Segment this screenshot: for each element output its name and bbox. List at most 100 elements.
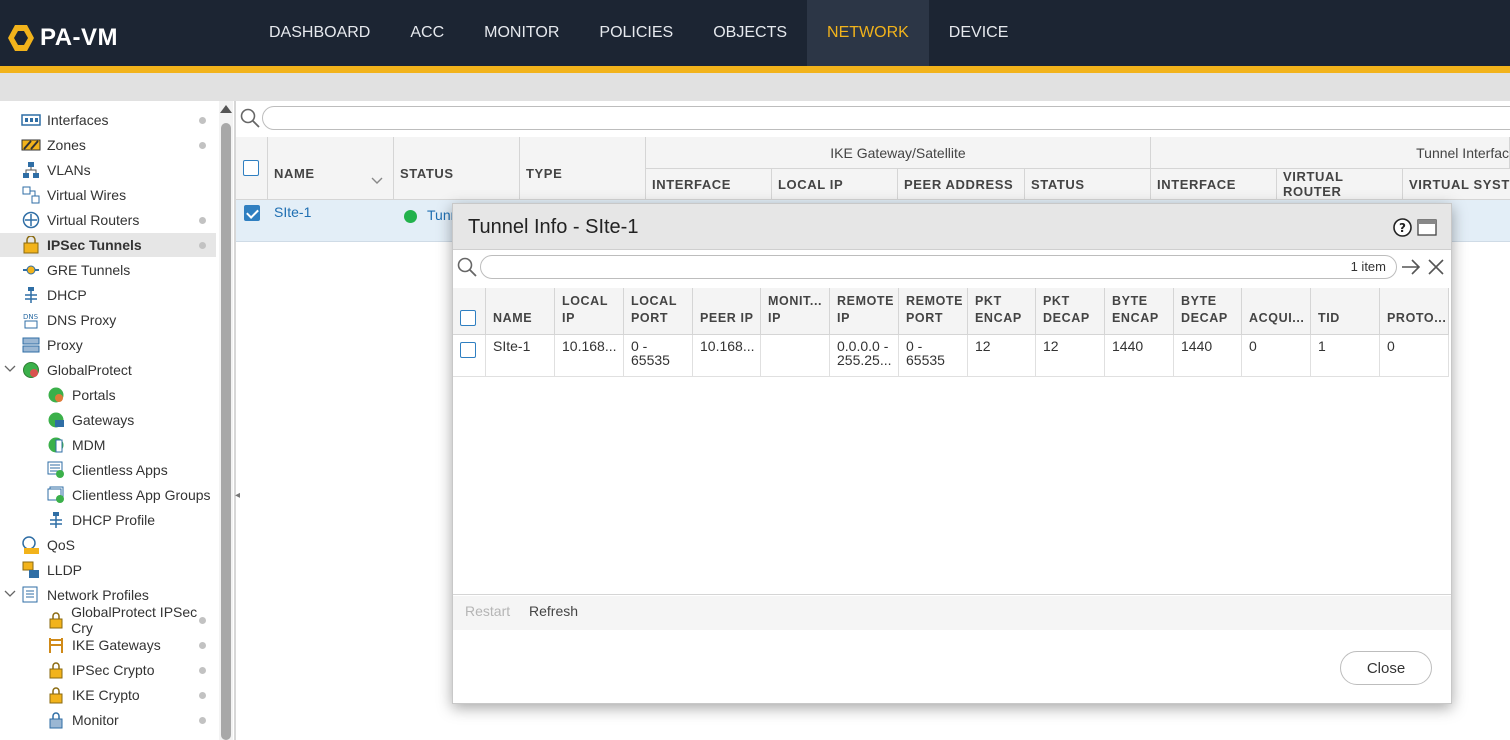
maximize-icon[interactable] [1417,219,1437,236]
dhcp-icon [21,286,41,304]
sidebar-item-ipsec-tunnels[interactable]: IPSec Tunnels [0,233,216,257]
tunnel-name-link[interactable]: SIte-1 [274,204,311,220]
col-virtual-system[interactable]: VIRTUAL SYSTE [1403,169,1510,200]
clientless-apps-icon [46,461,66,479]
col-type-label: TYPE [526,165,563,181]
chevron-down-icon[interactable] [371,177,383,185]
dialog-col-monitor-ip[interactable]: MONIT... IP [761,288,830,335]
sidebar-item-dhcp[interactable]: DHCP [0,283,216,307]
refresh-button[interactable]: Refresh [529,603,578,619]
col-interface[interactable]: INTERFACE [646,169,772,200]
tab-device[interactable]: DEVICE [929,0,1029,66]
table-cell: 10.168... [693,335,761,377]
accent-stripe [0,66,1510,73]
sidebar-item-clientless-apps[interactable]: Clientless Apps [0,458,216,482]
restart-button[interactable]: Restart [465,603,510,619]
ike-gateways-icon [46,636,66,654]
dialog-col-pkt-encap[interactable]: PKT ENCAP [968,288,1036,335]
sidebar-item-dhcp-profile[interactable]: DHCP Profile [0,508,216,532]
close-button[interactable]: Close [1340,651,1432,685]
ipsec-tunnels-icon [21,236,41,254]
dialog-col-byte-encap[interactable]: BYTE ENCAP [1105,288,1174,335]
help-icon[interactable]: ? [1393,218,1412,237]
dialog-row-checkbox[interactable] [460,342,476,358]
virtual-routers-icon [21,211,41,229]
col-virtual-system-label: VIRTUAL SYSTE [1409,176,1510,192]
scrollbar-thumb[interactable] [221,123,231,740]
sidebar-item-globalprotect[interactable]: GlobalProtect [0,358,216,382]
sidebar-item-globalprotect-ipsec-crypto[interactable]: GlobalProtect IPSec Cry [0,604,216,636]
table-cell: 1 [1311,335,1380,377]
sidebar-item-clientless-app-groups[interactable]: Clientless App Groups [0,483,216,507]
table-cell: 12 [1036,335,1105,377]
col-status[interactable]: STATUS [394,137,520,200]
tab-network[interactable]: NETWORK [807,0,929,66]
chevron-down-icon[interactable] [4,362,16,374]
dialog-col-label: REMOTE PORT [906,294,964,325]
search-input[interactable] [262,106,1510,130]
sidebar-item-virtual-routers[interactable]: Virtual Routers [0,208,216,232]
col-tunnel-interface[interactable]: INTERFACE [1151,169,1277,200]
gateways-icon [46,411,66,429]
sidebar-item-gre-tunnels[interactable]: GRE Tunnels [0,258,216,282]
dialog-col-acquire[interactable]: ACQUI... [1242,288,1311,335]
tab-monitor[interactable]: MONITOR [464,0,579,66]
col-peer-address[interactable]: PEER ADDRESS [898,169,1025,200]
collapse-handle-icon[interactable]: ◂ [235,490,240,501]
gre-tunnels-icon [21,261,41,279]
col-ike-status[interactable]: STATUS [1025,169,1151,200]
sidebar-item-monitor[interactable]: Monitor [0,708,216,732]
dialog-col-peer-ip[interactable]: PEER IP [693,288,761,335]
dialog-col-name[interactable]: NAME [486,288,555,335]
sidebar-item-zones[interactable]: Zones [0,133,216,157]
sidebar-item-interfaces[interactable]: Interfaces [0,108,216,132]
dialog-select-all-checkbox[interactable] [460,310,476,326]
clear-filter-icon[interactable] [1427,258,1445,276]
scroll-up-arrow-icon[interactable] [220,105,232,113]
sidebar-item-qos[interactable]: QoS [0,533,216,557]
lock-icon [46,611,65,629]
tab-dashboard[interactable]: DASHBOARD [249,0,390,66]
sidebar-item-lldp[interactable]: LLDP [0,558,216,582]
sidebar-item-proxy[interactable]: Proxy [0,333,216,357]
dialog-search-input[interactable]: 1 item [480,255,1397,279]
col-name[interactable]: NAME [268,137,394,200]
globalprotect-icon [21,361,41,379]
clientless-app-groups-icon [46,486,66,504]
dialog-col-remote-port[interactable]: REMOTE PORT [899,288,968,335]
tab-acc[interactable]: ACC [390,0,464,66]
sidebar-item-mdm[interactable]: MDM [0,433,216,457]
select-all-checkbox[interactable] [243,160,259,176]
col-local-ip[interactable]: LOCAL IP [772,169,898,200]
sidebar-item-virtual-wires[interactable]: Virtual Wires [0,183,216,207]
dialog-col-local-port[interactable]: LOCAL PORT [624,288,693,335]
sidebar-item-ike-gateways[interactable]: IKE Gateways [0,633,216,657]
col-type[interactable]: TYPE [520,137,646,200]
dialog-col-local-ip[interactable]: LOCAL IP [555,288,624,335]
dialog-col-protocol[interactable]: PROTO... [1380,288,1449,335]
tab-policies[interactable]: POLICIES [579,0,693,66]
dialog-action-bar: Restart Refresh [453,596,1451,630]
table-cell: 0 - 65535 [624,335,693,377]
top-navigation-bar: PA-VM DASHBOARD ACC MONITOR POLICIES OBJ… [0,0,1510,73]
sidebar-item-ike-crypto[interactable]: IKE Crypto [0,683,216,707]
arrow-right-icon[interactable] [1401,258,1421,276]
chevron-down-icon[interactable] [4,587,16,599]
sidebar-item-label: Monitor [72,712,119,728]
row-checkbox[interactable] [244,205,260,221]
sidebar-item-dns-proxy[interactable]: DNS DNS Proxy [0,308,216,332]
group-ike-label: IKE Gateway/Satellite [830,144,966,161]
sidebar-item-gateways[interactable]: Gateways [0,408,216,432]
sidebar-scrollbar[interactable] [219,101,233,740]
col-virtual-router[interactable]: VIRTUAL ROUTER [1277,169,1403,200]
virtual-wires-icon [21,186,41,204]
dialog-col-pkt-decap[interactable]: PKT DECAP [1036,288,1105,335]
status-dot [199,142,206,149]
dialog-col-remote-ip[interactable]: REMOTE IP [830,288,899,335]
tab-objects[interactable]: OBJECTS [693,0,807,66]
sidebar-item-vlans[interactable]: VLANs [0,158,216,182]
sidebar-item-ipsec-crypto[interactable]: IPSec Crypto [0,658,216,682]
sidebar-item-portals[interactable]: Portals [0,383,216,407]
dialog-col-byte-decap[interactable]: BYTE DECAP [1174,288,1242,335]
dialog-col-tid[interactable]: TID [1311,288,1380,335]
